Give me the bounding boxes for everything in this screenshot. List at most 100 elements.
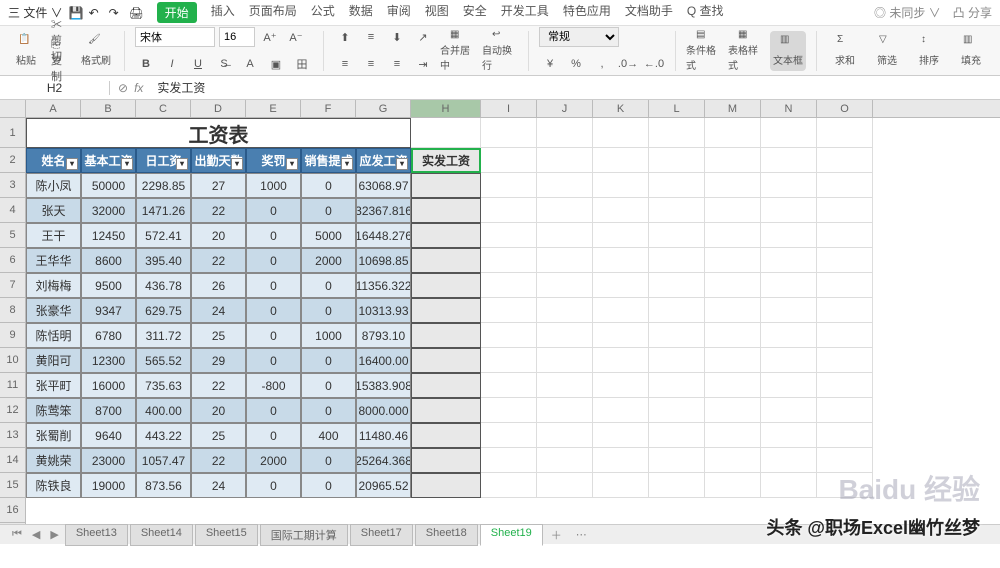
cell-H[interactable] bbox=[411, 173, 481, 198]
data-cell[interactable]: 20 bbox=[191, 223, 246, 248]
cell-blank[interactable] bbox=[481, 118, 537, 148]
col-header-M[interactable]: M bbox=[705, 100, 761, 117]
cell-blank[interactable] bbox=[481, 473, 537, 498]
cell-blank[interactable] bbox=[481, 348, 537, 373]
increase-font-icon[interactable]: A⁺ bbox=[259, 27, 281, 47]
data-cell[interactable]: 9640 bbox=[81, 423, 136, 448]
filter-dropdown-icon[interactable]: ▾ bbox=[341, 158, 353, 170]
data-cell[interactable]: 陈莺笨 bbox=[26, 398, 81, 423]
sheet-tab[interactable]: Sheet14 bbox=[130, 524, 193, 546]
cell-blank[interactable] bbox=[817, 273, 873, 298]
cells-area[interactable]: 工资表姓名▾基本工资▾日工资▾出勤天数▾奖罚▾销售提成▾应发工资▾实发工资陈小凤… bbox=[26, 118, 1000, 540]
cell-blank[interactable] bbox=[705, 448, 761, 473]
cell-blank[interactable] bbox=[537, 248, 593, 273]
table-header[interactable]: 姓名▾ bbox=[26, 148, 81, 173]
data-cell[interactable]: 黄阳可 bbox=[26, 348, 81, 373]
tab-insert[interactable]: 插入 bbox=[211, 2, 235, 23]
filter-dropdown-icon[interactable]: ▾ bbox=[121, 158, 133, 170]
align-right-icon[interactable]: ≡ bbox=[386, 54, 408, 74]
add-sheet-icon[interactable]: ＋ bbox=[545, 527, 568, 543]
table-header[interactable]: 奖罚▾ bbox=[246, 148, 301, 173]
data-cell[interactable]: 25 bbox=[191, 323, 246, 348]
data-cell[interactable]: 8600 bbox=[81, 248, 136, 273]
cell-blank[interactable] bbox=[705, 223, 761, 248]
data-cell[interactable]: 2000 bbox=[246, 448, 301, 473]
cell-blank[interactable] bbox=[481, 148, 537, 173]
cell-blank[interactable] bbox=[593, 323, 649, 348]
cell-blank[interactable] bbox=[593, 118, 649, 148]
cell-blank[interactable] bbox=[593, 298, 649, 323]
data-cell[interactable]: 0 bbox=[301, 173, 356, 198]
cell-H[interactable] bbox=[411, 273, 481, 298]
data-cell[interactable]: 27 bbox=[191, 173, 246, 198]
cell-blank[interactable] bbox=[649, 223, 705, 248]
data-cell[interactable]: 0 bbox=[246, 423, 301, 448]
currency-icon[interactable]: ¥ bbox=[539, 54, 561, 74]
cell-blank[interactable] bbox=[481, 248, 537, 273]
align-top-icon[interactable]: ⬆ bbox=[334, 27, 356, 47]
cell-blank[interactable] bbox=[705, 473, 761, 498]
sheet-nav-prev-icon[interactable]: ◀ bbox=[28, 528, 44, 541]
data-cell[interactable]: 15383.908 bbox=[356, 373, 411, 398]
data-cell[interactable]: 26 bbox=[191, 273, 246, 298]
cell-blank[interactable] bbox=[537, 373, 593, 398]
italic-icon[interactable]: I bbox=[161, 54, 183, 74]
col-header-N[interactable]: N bbox=[761, 100, 817, 117]
data-cell[interactable]: 19000 bbox=[81, 473, 136, 498]
merge-button[interactable]: ▦合并居中 bbox=[440, 31, 476, 71]
cell-blank[interactable] bbox=[817, 448, 873, 473]
data-cell[interactable]: 2298.85 bbox=[136, 173, 191, 198]
decrease-font-icon[interactable]: A⁻ bbox=[285, 27, 307, 47]
data-cell[interactable]: 0 bbox=[301, 398, 356, 423]
cell-blank[interactable] bbox=[481, 173, 537, 198]
data-cell[interactable]: 8793.10 bbox=[356, 323, 411, 348]
cell-blank[interactable] bbox=[761, 323, 817, 348]
font-color-icon[interactable]: A bbox=[239, 54, 261, 74]
col-header-G[interactable]: G bbox=[356, 100, 411, 117]
cell-blank[interactable] bbox=[649, 273, 705, 298]
data-cell[interactable]: 25264.368 bbox=[356, 448, 411, 473]
data-cell[interactable]: 436.78 bbox=[136, 273, 191, 298]
select-all-corner[interactable] bbox=[0, 100, 26, 117]
cell-blank[interactable] bbox=[761, 118, 817, 148]
cell-blank[interactable] bbox=[761, 273, 817, 298]
data-cell[interactable]: 0 bbox=[301, 273, 356, 298]
cell-blank[interactable] bbox=[481, 448, 537, 473]
cell-blank[interactable] bbox=[705, 398, 761, 423]
data-cell[interactable]: 16400.00 bbox=[356, 348, 411, 373]
cell-blank[interactable] bbox=[481, 423, 537, 448]
cell-blank[interactable] bbox=[649, 398, 705, 423]
sheet-tab[interactable]: Sheet18 bbox=[415, 524, 478, 546]
data-cell[interactable]: 735.63 bbox=[136, 373, 191, 398]
wrap-button[interactable]: ↩自动换行 bbox=[482, 31, 518, 71]
tab-review[interactable]: 审阅 bbox=[387, 2, 411, 23]
cell-blank[interactable] bbox=[761, 398, 817, 423]
cell-blank[interactable] bbox=[649, 148, 705, 173]
number-format-combo[interactable]: 常规 bbox=[539, 27, 619, 47]
name-box[interactable]: H2 bbox=[0, 81, 110, 95]
cell-H[interactable] bbox=[411, 248, 481, 273]
tab-dochelper[interactable]: 文档助手 bbox=[625, 2, 673, 23]
fx-icon[interactable]: fx bbox=[134, 81, 143, 95]
cell-blank[interactable] bbox=[705, 348, 761, 373]
cell-blank[interactable] bbox=[817, 148, 873, 173]
data-cell[interactable]: 陈铁良 bbox=[26, 473, 81, 498]
cell-blank[interactable] bbox=[537, 448, 593, 473]
row-header-11[interactable]: 11 bbox=[0, 373, 25, 398]
cell-blank[interactable] bbox=[481, 373, 537, 398]
cell-blank[interactable] bbox=[481, 323, 537, 348]
search-menu[interactable]: Q 查找 bbox=[687, 2, 724, 23]
cell-blank[interactable] bbox=[649, 473, 705, 498]
cell-blank[interactable] bbox=[761, 198, 817, 223]
cell-blank[interactable] bbox=[761, 148, 817, 173]
sheet-tab[interactable]: Sheet13 bbox=[65, 524, 128, 546]
data-cell[interactable]: -800 bbox=[246, 373, 301, 398]
cell-blank[interactable] bbox=[481, 298, 537, 323]
data-cell[interactable]: 22 bbox=[191, 248, 246, 273]
cell-blank[interactable] bbox=[761, 448, 817, 473]
cell-blank[interactable] bbox=[705, 198, 761, 223]
cell-blank[interactable] bbox=[649, 298, 705, 323]
col-header-J[interactable]: J bbox=[537, 100, 593, 117]
filter-dropdown-icon[interactable]: ▾ bbox=[396, 158, 408, 170]
cell-blank[interactable] bbox=[593, 148, 649, 173]
